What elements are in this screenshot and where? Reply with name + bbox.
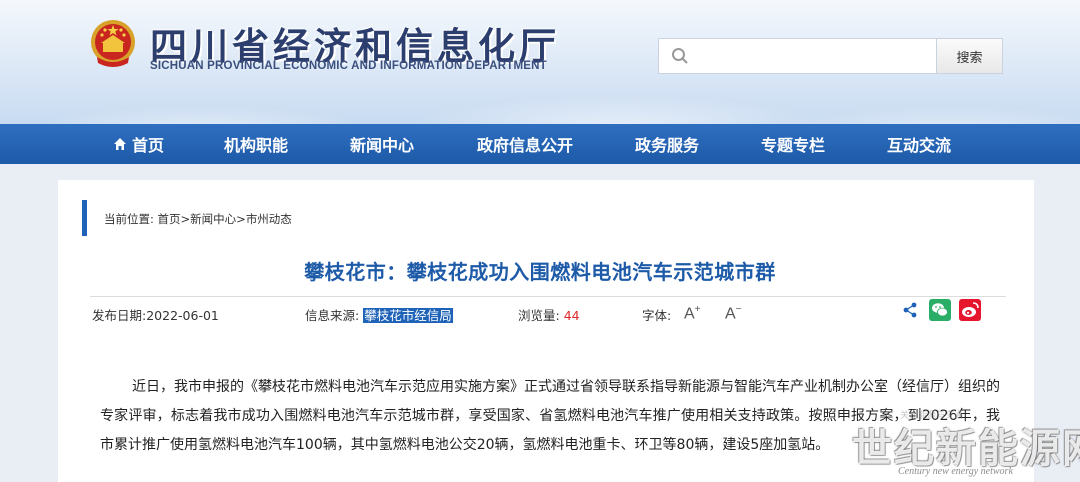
meta-divider (90, 296, 1006, 297)
nav-item-label: 互动交流 (887, 136, 952, 155)
search-button[interactable]: 搜索 (936, 38, 1003, 74)
nav-item-label: 首页 (132, 136, 165, 155)
breadcrumb-link-home[interactable]: 首页 (158, 212, 181, 226)
breadcrumb-accent (82, 200, 87, 236)
views-label: 浏览量: (518, 308, 560, 323)
article-title: 攀枝花市：攀枝花成功入围燃料电池汽车示范城市群 (304, 260, 776, 284)
home-icon (114, 138, 126, 150)
search-icon (672, 48, 688, 64)
nav-item-label: 机构职能 (224, 136, 289, 155)
views-value: 44 (563, 308, 580, 323)
font-size-label: 字体: (642, 308, 672, 323)
breadcrumb-link-news[interactable]: 新闻中心 (190, 212, 236, 226)
nav-item-services[interactable]: 政务服务 (635, 124, 699, 164)
nav-item-label: 政府信息公开 (477, 136, 574, 155)
wechat-icon[interactable] (929, 299, 951, 321)
weibo-icon[interactable] (959, 299, 981, 321)
publish-date: 发布日期:2022-06-01 (92, 305, 219, 324)
nav-item-interaction[interactable]: 互动交流 (887, 124, 951, 164)
national-emblem-icon (91, 20, 135, 67)
share-icon[interactable] (902, 302, 918, 318)
nav-item-gov-info[interactable]: 政府信息公开 (477, 124, 573, 164)
nav-item-home[interactable]: 首页 (113, 124, 164, 164)
source-label: 信息来源: (305, 308, 360, 323)
source: 信息来源: 攀枝花市经信局 (305, 305, 453, 324)
font-decrease-button[interactable]: A− (725, 304, 742, 323)
breadcrumb: 当前位置: 首页>新闻中心>市州动态 (104, 211, 292, 227)
font-increase-glyph: A (684, 305, 695, 323)
site-header: 四川省经济和信息化厅 SICHUAN PROVINCIAL ECONOMIC A… (0, 0, 1080, 124)
search-input[interactable] (658, 38, 938, 74)
nav-item-label: 政务服务 (635, 136, 700, 155)
view-count: 浏览量: 44 (518, 305, 580, 324)
font-increase-button[interactable]: A+ (684, 304, 701, 323)
breadcrumb-separator: > (180, 212, 191, 226)
publish-date-label: 发布日期: (92, 308, 147, 323)
breadcrumb-link-city[interactable]: 市州动态 (246, 212, 292, 226)
breadcrumb-prefix: 当前位置: (104, 212, 154, 226)
main-nav: 首页 机构职能 新闻中心 政府信息公开 政务服务 专题专栏 互动交流 (0, 124, 1080, 164)
breadcrumb-separator: > (236, 212, 246, 226)
nav-item-institution[interactable]: 机构职能 (224, 124, 288, 164)
source-value: 攀枝花市经信局 (363, 308, 453, 323)
font-decrease-glyph: A (725, 305, 736, 323)
nav-item-news[interactable]: 新闻中心 (350, 124, 414, 164)
article-body: 近日，我市申报的《攀枝花市燃料电池汽车示范应用实施方案》正式通过省领导联系指导新… (100, 379, 1000, 453)
nav-item-label: 专题专栏 (761, 136, 826, 155)
nav-item-label: 新闻中心 (350, 136, 415, 155)
site-subtitle: SICHUAN PROVINCIAL ECONOMIC AND INFORMAT… (150, 60, 547, 72)
publish-date-value: 2022-06-01 (146, 308, 219, 323)
nav-item-topics[interactable]: 专题专栏 (761, 124, 825, 164)
